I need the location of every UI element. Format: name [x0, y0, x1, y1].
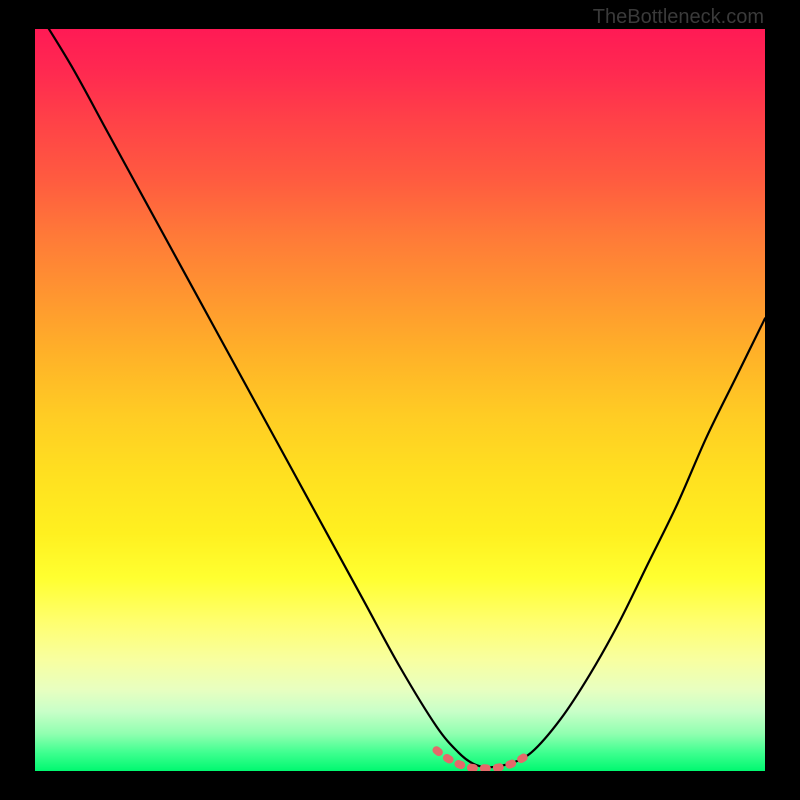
optimal-range-marker [437, 750, 532, 768]
bottleneck-curve [35, 29, 765, 767]
curve-layer [35, 29, 765, 771]
plot-area [35, 29, 765, 771]
chart-canvas: TheBottleneck.com [0, 0, 800, 800]
watermark-text: TheBottleneck.com [593, 6, 764, 29]
